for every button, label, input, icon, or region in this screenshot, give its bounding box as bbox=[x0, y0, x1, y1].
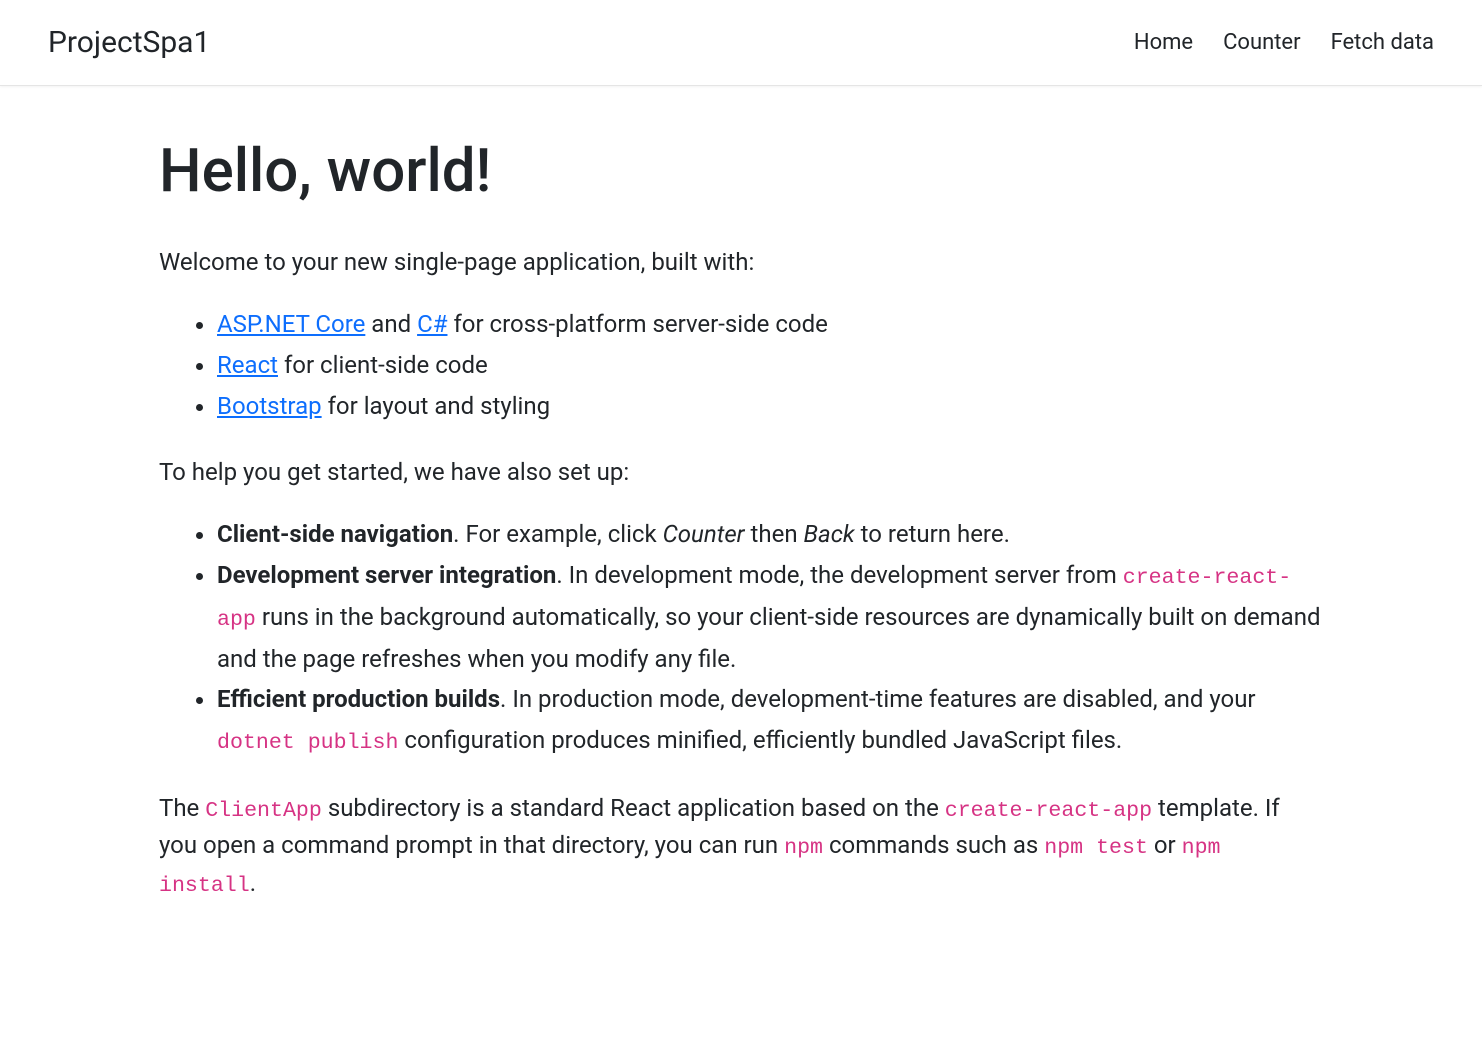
text: The bbox=[159, 794, 205, 822]
code-create-react-app: create-react-app bbox=[945, 799, 1152, 823]
nav-link-fetch-data[interactable]: Fetch data bbox=[1331, 30, 1434, 55]
stack-list: ASP.NET Core and C# for cross-platform s… bbox=[159, 304, 1323, 426]
text: . In production mode, development-time f… bbox=[500, 685, 1256, 713]
code-clientapp: ClientApp bbox=[205, 799, 322, 823]
main-container: Hello, world! Welcome to your new single… bbox=[111, 86, 1371, 966]
link-aspnet-core[interactable]: ASP.NET Core bbox=[217, 310, 365, 338]
navbar-nav: Home Counter Fetch data bbox=[1134, 26, 1434, 59]
list-item: React for client-side code bbox=[217, 345, 1323, 386]
em-back: Back bbox=[804, 520, 855, 548]
text: commands such as bbox=[823, 831, 1044, 859]
em-counter: Counter bbox=[663, 520, 745, 548]
text: runs in the background automatically, so… bbox=[217, 603, 1320, 673]
nav-link-counter[interactable]: Counter bbox=[1223, 30, 1300, 55]
text: then bbox=[745, 520, 804, 548]
text: configuration produces minified, efficie… bbox=[398, 726, 1122, 754]
text: for cross-platform server-side code bbox=[447, 310, 827, 338]
text: for layout and styling bbox=[322, 392, 550, 420]
setup-paragraph: To help you get started, we have also se… bbox=[159, 454, 1323, 490]
list-item: Bootstrap for layout and styling bbox=[217, 386, 1323, 427]
page-heading: Hello, world! bbox=[159, 126, 1323, 216]
text: . For example, click bbox=[453, 520, 662, 548]
list-item: Client-side navigation. For example, cli… bbox=[217, 514, 1323, 555]
link-bootstrap[interactable]: Bootstrap bbox=[217, 392, 322, 420]
text: . bbox=[250, 869, 256, 897]
code-npm: npm bbox=[784, 836, 823, 860]
text: or bbox=[1148, 831, 1182, 859]
feature-title: Client-side navigation bbox=[217, 520, 453, 548]
code-dotnet-publish: dotnet publish bbox=[217, 731, 398, 755]
text: . In development mode, the development s… bbox=[556, 561, 1122, 589]
navbar: ProjectSpa1 Home Counter Fetch data bbox=[0, 0, 1482, 86]
text: subdirectory is a standard React applica… bbox=[322, 794, 945, 822]
link-csharp[interactable]: C# bbox=[417, 310, 447, 338]
text: and bbox=[365, 310, 417, 338]
nav-link-home[interactable]: Home bbox=[1134, 30, 1193, 55]
feature-title: Development server integration bbox=[217, 561, 556, 589]
link-react[interactable]: React bbox=[217, 351, 278, 379]
list-item: Efficient production builds. In producti… bbox=[217, 679, 1323, 762]
text: to return here. bbox=[855, 520, 1010, 548]
intro-paragraph: Welcome to your new single-page applicat… bbox=[159, 244, 1323, 280]
navbar-brand[interactable]: ProjectSpa1 bbox=[48, 20, 210, 65]
code-npm-test: npm test bbox=[1044, 836, 1148, 860]
feature-title: Efficient production builds bbox=[217, 685, 500, 713]
footer-paragraph: The ClientApp subdirectory is a standard… bbox=[159, 790, 1323, 902]
text: for client-side code bbox=[278, 351, 488, 379]
list-item: ASP.NET Core and C# for cross-platform s… bbox=[217, 304, 1323, 345]
list-item: Development server integration. In devel… bbox=[217, 555, 1323, 679]
features-list: Client-side navigation. For example, cli… bbox=[159, 514, 1323, 762]
